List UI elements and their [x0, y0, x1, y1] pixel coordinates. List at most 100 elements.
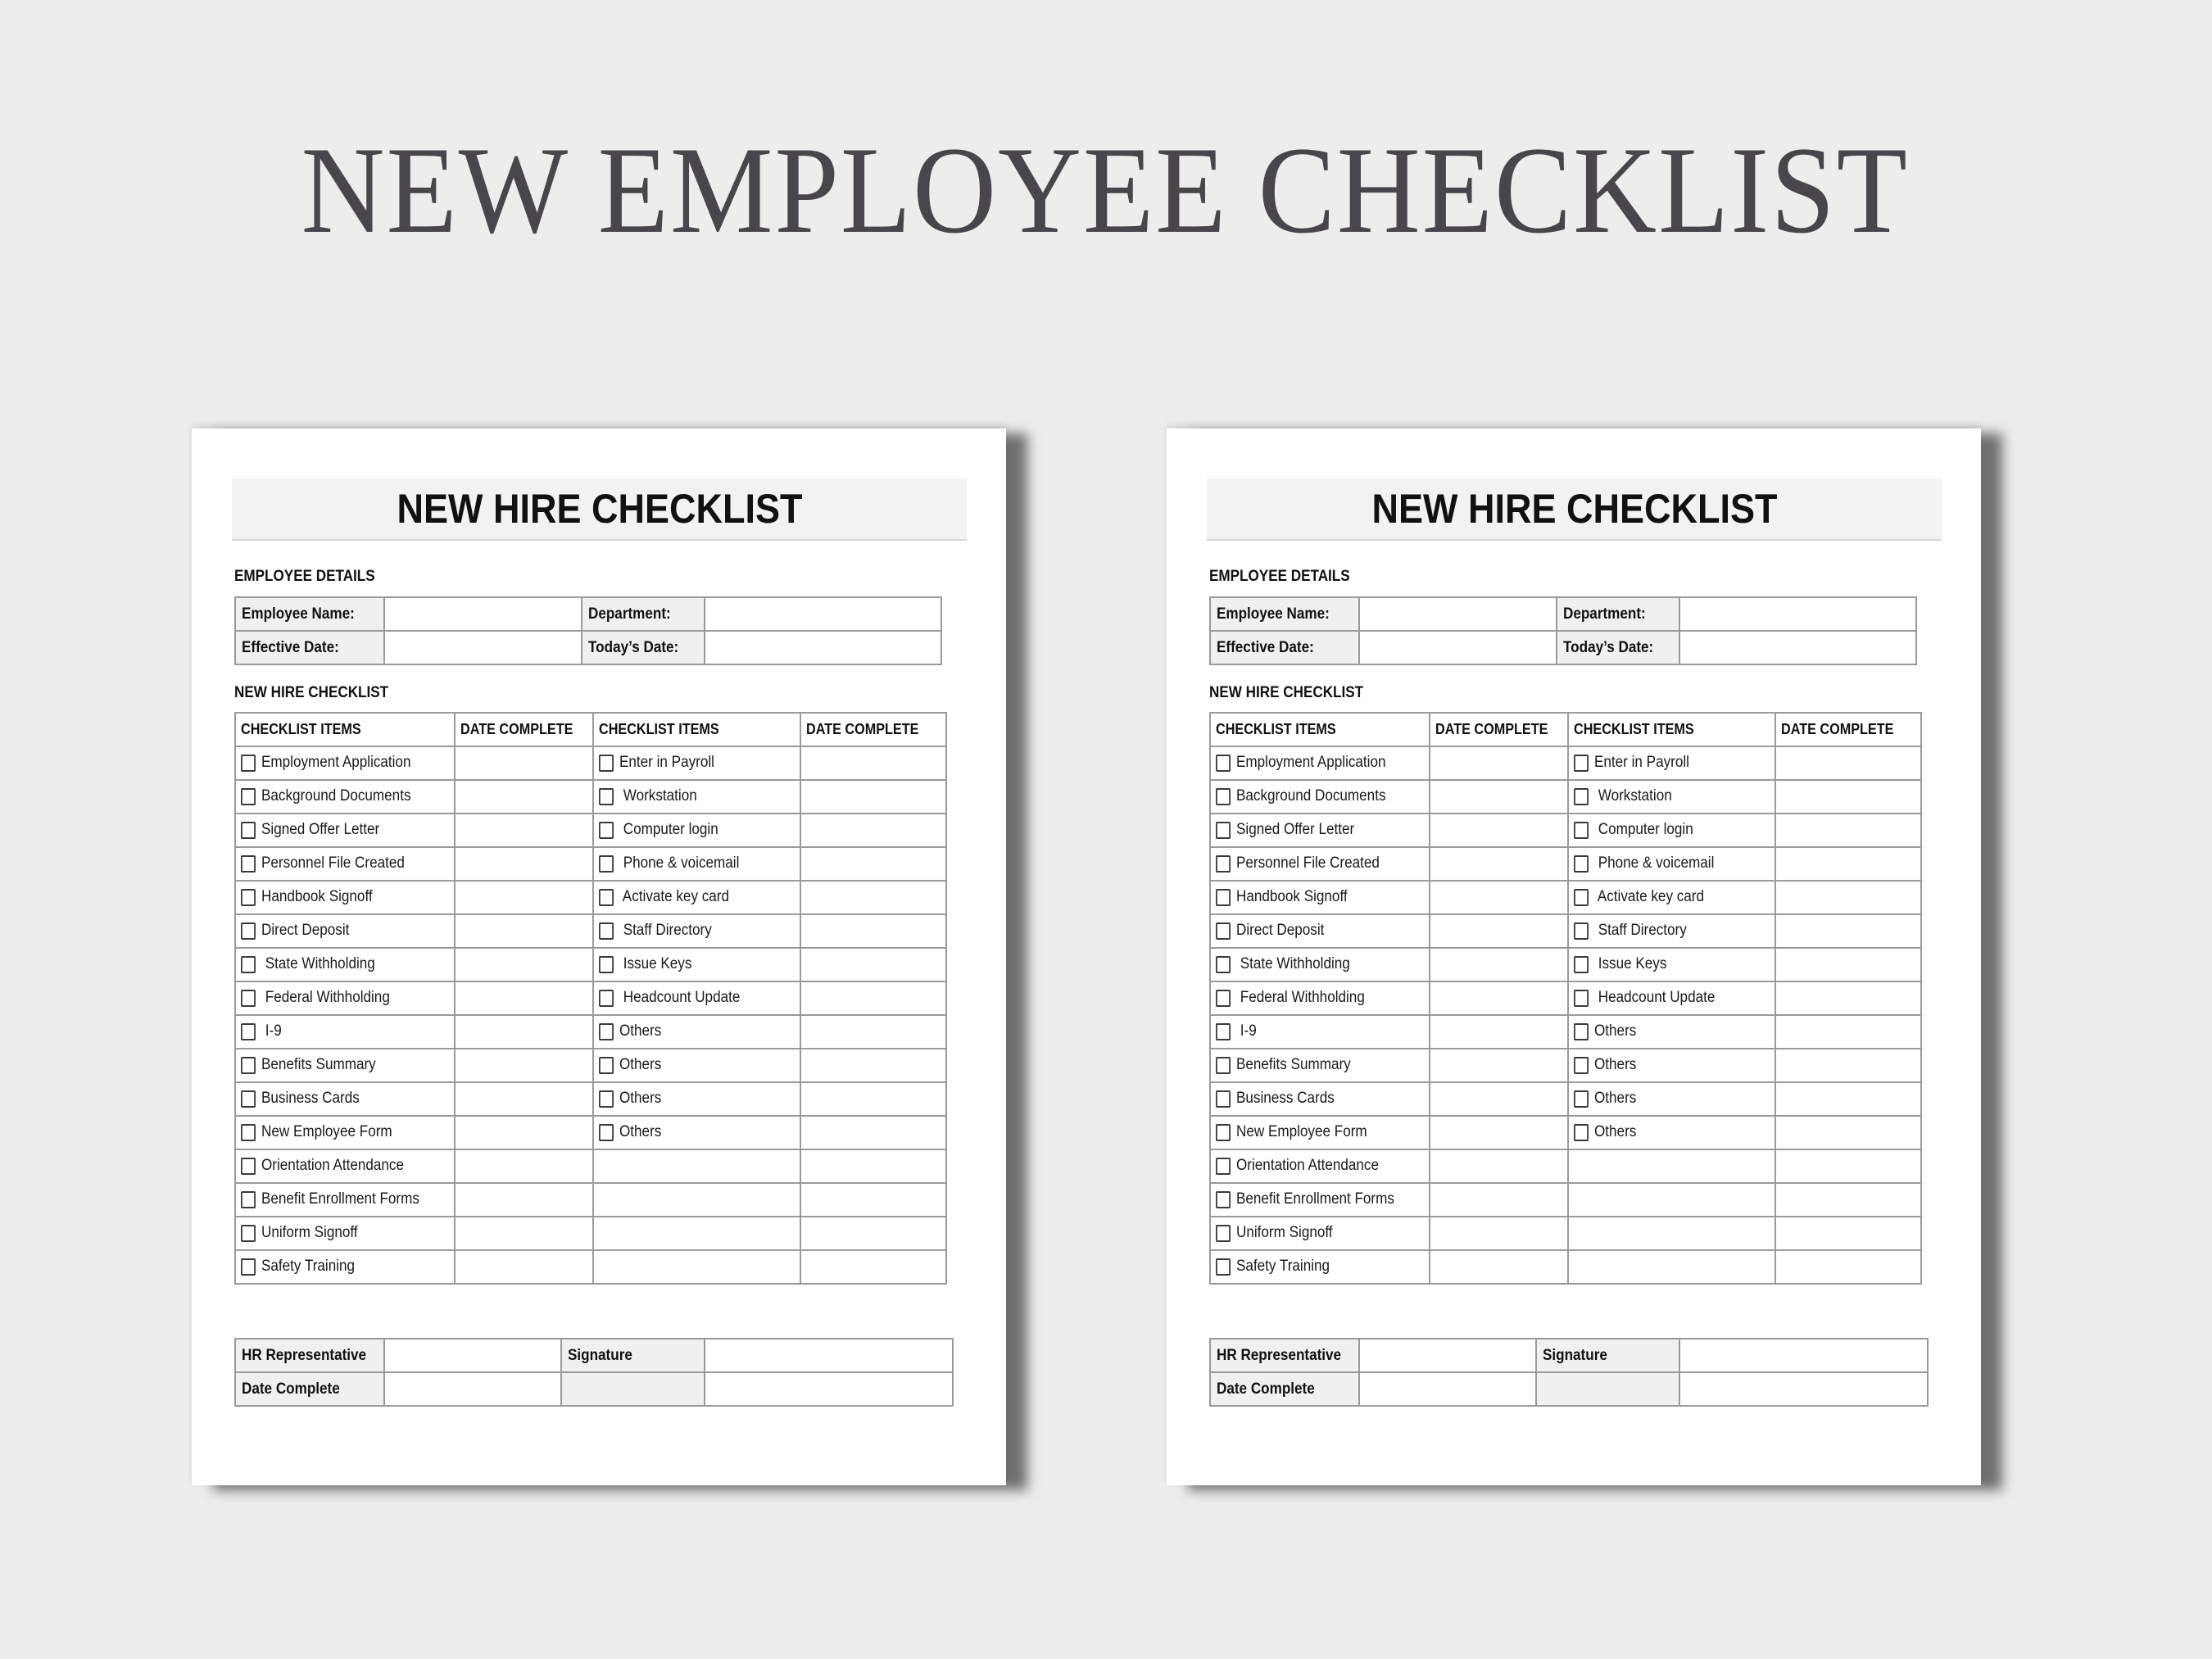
date-complete-cell[interactable] — [1429, 779, 1569, 814]
date-complete-cell[interactable] — [454, 746, 594, 781]
date-complete-cell[interactable] — [1775, 1149, 1922, 1184]
date-complete-cell[interactable] — [1429, 1149, 1569, 1184]
checkbox[interactable] — [1216, 989, 1231, 1007]
checkbox[interactable] — [241, 854, 256, 873]
date-complete-cell[interactable] — [454, 981, 594, 1016]
checkbox[interactable] — [241, 1090, 256, 1108]
date-complete-cell[interactable] — [1775, 1249, 1922, 1285]
checkbox[interactable] — [599, 922, 614, 940]
checkbox[interactable] — [599, 1022, 614, 1040]
date-complete-cell[interactable] — [1775, 813, 1922, 848]
employee-name-field[interactable] — [383, 596, 582, 632]
signature-field[interactable] — [1679, 1338, 1929, 1373]
date-complete-cell[interactable] — [1429, 1014, 1569, 1049]
hr-representative-field[interactable] — [383, 1338, 562, 1373]
checkbox[interactable] — [241, 1258, 256, 1276]
checkbox[interactable] — [241, 1157, 256, 1175]
date-complete-cell[interactable] — [1429, 1048, 1569, 1083]
effective-date-field[interactable] — [1358, 630, 1557, 665]
checkbox[interactable] — [1574, 1056, 1589, 1074]
checkbox[interactable] — [1216, 1224, 1231, 1242]
date-complete-cell[interactable] — [454, 1216, 594, 1251]
checkbox[interactable] — [1216, 1190, 1231, 1208]
date-complete-cell[interactable] — [800, 1182, 947, 1217]
extra-field[interactable] — [704, 1371, 954, 1407]
date-complete-cell[interactable] — [1775, 746, 1922, 781]
checkbox[interactable] — [241, 1224, 256, 1242]
date-complete-cell[interactable] — [1429, 813, 1569, 848]
todays-date-field[interactable] — [704, 630, 942, 665]
date-complete-cell[interactable] — [800, 1048, 947, 1083]
checkbox[interactable] — [1216, 1056, 1231, 1074]
date-complete-cell[interactable] — [800, 1249, 947, 1285]
date-complete-cell[interactable] — [454, 1081, 594, 1117]
date-complete-cell[interactable] — [800, 913, 947, 949]
checkbox[interactable] — [1216, 922, 1231, 940]
date-complete-cell[interactable] — [800, 1149, 947, 1184]
date-complete-cell[interactable] — [454, 1115, 594, 1150]
date-complete-cell[interactable] — [800, 1115, 947, 1150]
date-complete-cell[interactable] — [1429, 1081, 1569, 1117]
checkbox[interactable] — [1216, 854, 1231, 873]
checkbox[interactable] — [1216, 821, 1231, 839]
checkbox[interactable] — [241, 922, 256, 940]
checkbox[interactable] — [1216, 888, 1231, 906]
checkbox[interactable] — [1216, 1123, 1231, 1141]
date-complete-cell[interactable] — [800, 1014, 947, 1049]
date-complete-cell[interactable] — [1775, 947, 1922, 982]
date-complete-cell[interactable] — [1429, 1115, 1569, 1150]
date-complete-cell[interactable] — [454, 813, 594, 848]
date-complete-field[interactable] — [1358, 1371, 1537, 1407]
extra-field[interactable] — [1679, 1371, 1929, 1407]
date-complete-cell[interactable] — [1775, 1182, 1922, 1217]
date-complete-cell[interactable] — [1775, 1115, 1922, 1150]
date-complete-cell[interactable] — [1429, 1249, 1569, 1285]
checkbox[interactable] — [241, 1190, 256, 1208]
checkbox[interactable] — [1574, 821, 1589, 839]
checkbox[interactable] — [599, 1090, 614, 1108]
date-complete-cell[interactable] — [1775, 1216, 1922, 1251]
date-complete-cell[interactable] — [1775, 1081, 1922, 1117]
checkbox[interactable] — [599, 989, 614, 1007]
checkbox[interactable] — [241, 754, 256, 772]
checkbox[interactable] — [241, 1022, 256, 1040]
checkbox[interactable] — [1574, 754, 1589, 772]
date-complete-cell[interactable] — [800, 846, 947, 882]
checkbox[interactable] — [599, 754, 614, 772]
checkbox[interactable] — [1216, 754, 1231, 772]
date-complete-cell[interactable] — [454, 1182, 594, 1217]
checkbox[interactable] — [1574, 1123, 1589, 1141]
date-complete-cell[interactable] — [454, 1048, 594, 1083]
checkbox[interactable] — [1216, 787, 1231, 805]
checkbox[interactable] — [1574, 787, 1589, 805]
checkbox[interactable] — [599, 955, 614, 973]
date-complete-cell[interactable] — [1775, 1048, 1922, 1083]
checkbox[interactable] — [241, 955, 256, 973]
todays-date-field[interactable] — [1679, 630, 1917, 665]
date-complete-cell[interactable] — [1429, 880, 1569, 915]
date-complete-cell[interactable] — [800, 981, 947, 1016]
department-field[interactable] — [1679, 596, 1917, 632]
date-complete-cell[interactable] — [454, 779, 594, 814]
checkbox[interactable] — [241, 821, 256, 839]
checkbox[interactable] — [1216, 1090, 1231, 1108]
checkbox[interactable] — [1574, 989, 1589, 1007]
checkbox[interactable] — [599, 1123, 614, 1141]
checkbox[interactable] — [241, 888, 256, 906]
date-complete-cell[interactable] — [1775, 1014, 1922, 1049]
checkbox[interactable] — [599, 854, 614, 873]
date-complete-cell[interactable] — [1429, 1182, 1569, 1217]
date-complete-cell[interactable] — [454, 913, 594, 949]
checkbox[interactable] — [1574, 1090, 1589, 1108]
date-complete-cell[interactable] — [1429, 981, 1569, 1016]
date-complete-cell[interactable] — [1775, 913, 1922, 949]
effective-date-field[interactable] — [383, 630, 582, 665]
date-complete-cell[interactable] — [1775, 981, 1922, 1016]
date-complete-cell[interactable] — [800, 1216, 947, 1251]
checkbox[interactable] — [1574, 922, 1589, 940]
checkbox[interactable] — [599, 821, 614, 839]
checkbox[interactable] — [1574, 854, 1589, 873]
date-complete-cell[interactable] — [1775, 880, 1922, 915]
date-complete-cell[interactable] — [454, 1249, 594, 1285]
checkbox[interactable] — [1216, 1157, 1231, 1175]
